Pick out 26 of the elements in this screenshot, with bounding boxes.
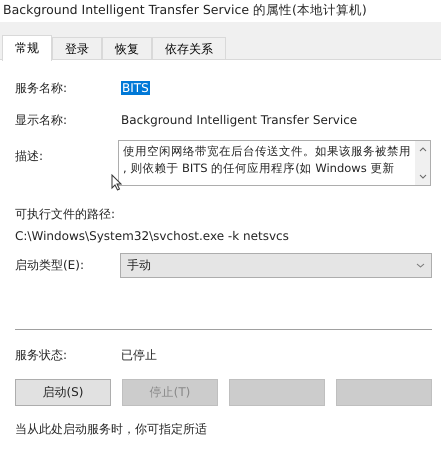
service-button[interactable]: 启动(S) [15, 379, 111, 406]
description-line: 使用空闲网络带宽在后台传送文件。如果该服务被禁用 [123, 143, 411, 160]
field-label: 服务状态: [15, 346, 68, 364]
tab[interactable]: 依存关系 [152, 37, 226, 61]
scroll-bar[interactable] [415, 141, 430, 185]
window-title: Background Intelligent Transfer Service 的属性(本地计算机) [0, 0, 441, 22]
service-status-value: 已停止 [121, 346, 157, 364]
field-label: 可执行文件的路径: [15, 206, 116, 223]
scroll-down-icon[interactable] [418, 174, 426, 179]
dropdown-caret-icon[interactable] [416, 263, 425, 268]
description-box[interactable]: 使用空闲网络带宽在后台传送文件。如果该服务被禁用 , 则依赖于 BITS 的任何应用程序(如 Windows 更新 [118, 140, 431, 186]
hint-text: 当从此处启动服务时，你可指定所适 [15, 421, 208, 438]
field-label: 描述: [15, 148, 44, 165]
display-name-value: Background Intelligent Transfer Service [121, 113, 358, 127]
tab[interactable]: 恢复 [102, 37, 152, 61]
startup-type-dropdown[interactable]: 手动 [120, 253, 432, 278]
tab[interactable]: 常规 [2, 35, 52, 61]
service-name-value: BITS [121, 81, 150, 95]
field-label: 服务名称: [15, 80, 68, 96]
mouse-pointer-icon [111, 174, 122, 191]
tab[interactable]: 登录 [52, 37, 102, 61]
executable-path: C:\Windows\System32\svchost.exe -k netsvcs [15, 229, 290, 243]
scroll-up-icon[interactable] [418, 147, 426, 152]
field-label: 启动类型(E): [15, 257, 85, 274]
description-line: , 则依赖于 BITS 的任何应用程序(如 Windows 更新 [123, 160, 396, 177]
field-label: 显示名称: [15, 112, 68, 128]
